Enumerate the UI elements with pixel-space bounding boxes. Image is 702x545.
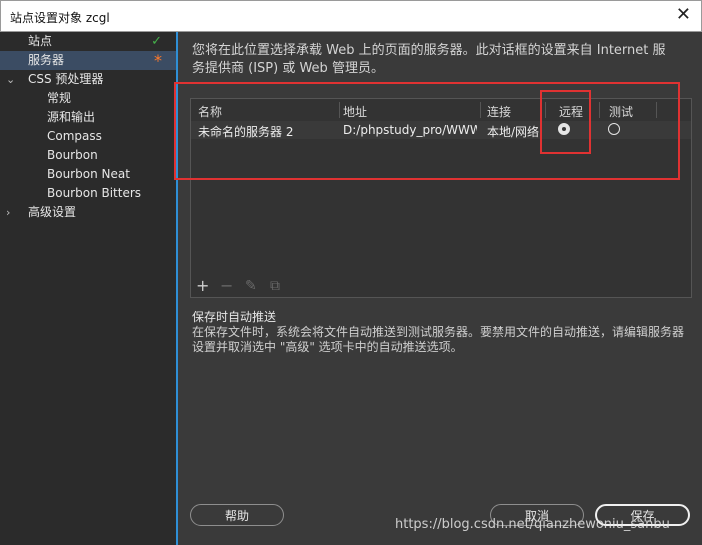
close-icon[interactable]: ✕	[676, 5, 691, 25]
add-server-button[interactable]: +	[196, 276, 209, 296]
sidebar: 站点 ✓ 服务器 * ⌄ CSS 预处理器 常规 源和输出 Compass Bo…	[0, 32, 178, 545]
sidebar-item-label: 服务器	[28, 53, 65, 67]
server-toolbar: + − ✎ ⧉	[190, 276, 690, 296]
sidebar-item-label: 常规	[47, 91, 72, 105]
asterisk-icon: *	[154, 51, 162, 70]
header-connection[interactable]: 连接	[487, 103, 511, 120]
sidebar-item-servers[interactable]: 服务器 *	[0, 51, 176, 70]
watermark-url: https://blog.csdn.net/qianzhewoniu_sanbu	[395, 517, 670, 532]
duplicate-server-button[interactable]: ⧉	[270, 276, 280, 296]
sidebar-item-label: CSS 预处理器	[28, 72, 104, 86]
title-bar: 站点设置对象 zcgl ✕	[0, 0, 702, 32]
check-icon: ✓	[151, 34, 162, 49]
server-connection: 本地/网络	[487, 125, 540, 139]
sidebar-item-bourbon-bitters[interactable]: Bourbon Bitters	[0, 184, 176, 203]
sidebar-item-advanced[interactable]: › 高级设置	[0, 203, 176, 222]
server-address: D:/phpstudy_pro/WWW...	[343, 123, 477, 137]
sidebar-item-label: Bourbon Bitters	[47, 186, 142, 200]
sidebar-item-css-preprocessors[interactable]: ⌄ CSS 预处理器	[0, 70, 176, 89]
table-row[interactable]: 未命名的服务器 2 D:/phpstudy_pro/WWW... 本地/网络	[191, 121, 691, 139]
remote-radio[interactable]	[558, 123, 570, 135]
sidebar-item-compass[interactable]: Compass	[0, 127, 176, 146]
table-header: 名称 地址 连接 远程 测试	[191, 99, 691, 122]
header-address[interactable]: 地址	[343, 103, 367, 120]
chevron-down-icon[interactable]: ⌄	[6, 70, 15, 89]
server-table: 名称 地址 连接 远程 测试 未命名的服务器 2 D:/phpstudy_pro…	[190, 98, 692, 298]
header-remote[interactable]: 远程	[559, 103, 583, 120]
server-panel: 您将在此位置选择承载 Web 上的页面的服务器。此对话框的设置来自 Intern…	[180, 32, 702, 545]
chevron-right-icon[interactable]: ›	[6, 203, 10, 222]
sidebar-item-label: 源和输出	[47, 110, 96, 124]
help-button[interactable]: 帮助	[190, 504, 284, 526]
header-testing[interactable]: 测试	[609, 103, 633, 120]
column-divider	[480, 102, 481, 118]
sidebar-item-label: Bourbon Neat	[47, 167, 130, 181]
sidebar-item-label: 站点	[28, 34, 53, 48]
column-divider	[545, 102, 546, 118]
sidebar-item-source-output[interactable]: 源和输出	[0, 108, 176, 127]
window-title: 站点设置对象 zcgl	[10, 11, 110, 25]
sidebar-item-bourbon[interactable]: Bourbon	[0, 146, 176, 165]
sidebar-item-label: Compass	[47, 129, 102, 143]
auto-push-title: 保存时自动推送	[192, 310, 277, 324]
column-divider	[339, 102, 340, 118]
edit-server-button[interactable]: ✎	[245, 276, 257, 296]
column-divider	[599, 102, 600, 118]
sidebar-item-label: 高级设置	[28, 205, 77, 219]
remove-server-button[interactable]: −	[220, 276, 233, 296]
sidebar-item-label: Bourbon	[47, 148, 98, 162]
server-name: 未命名的服务器 2	[198, 125, 294, 139]
server-description: 您将在此位置选择承载 Web 上的页面的服务器。此对话框的设置来自 Intern…	[192, 43, 666, 76]
header-name[interactable]: 名称	[198, 103, 222, 120]
column-divider	[656, 102, 657, 118]
testing-radio[interactable]	[608, 123, 620, 135]
sidebar-item-bourbon-neat[interactable]: Bourbon Neat	[0, 165, 176, 184]
sidebar-item-site[interactable]: 站点 ✓	[0, 32, 176, 51]
sidebar-item-general[interactable]: 常规	[0, 89, 176, 108]
auto-push-description: 在保存文件时，系统会将文件自动推送到测试服务器。要禁用文件的自动推送，请编辑服务…	[192, 325, 685, 354]
